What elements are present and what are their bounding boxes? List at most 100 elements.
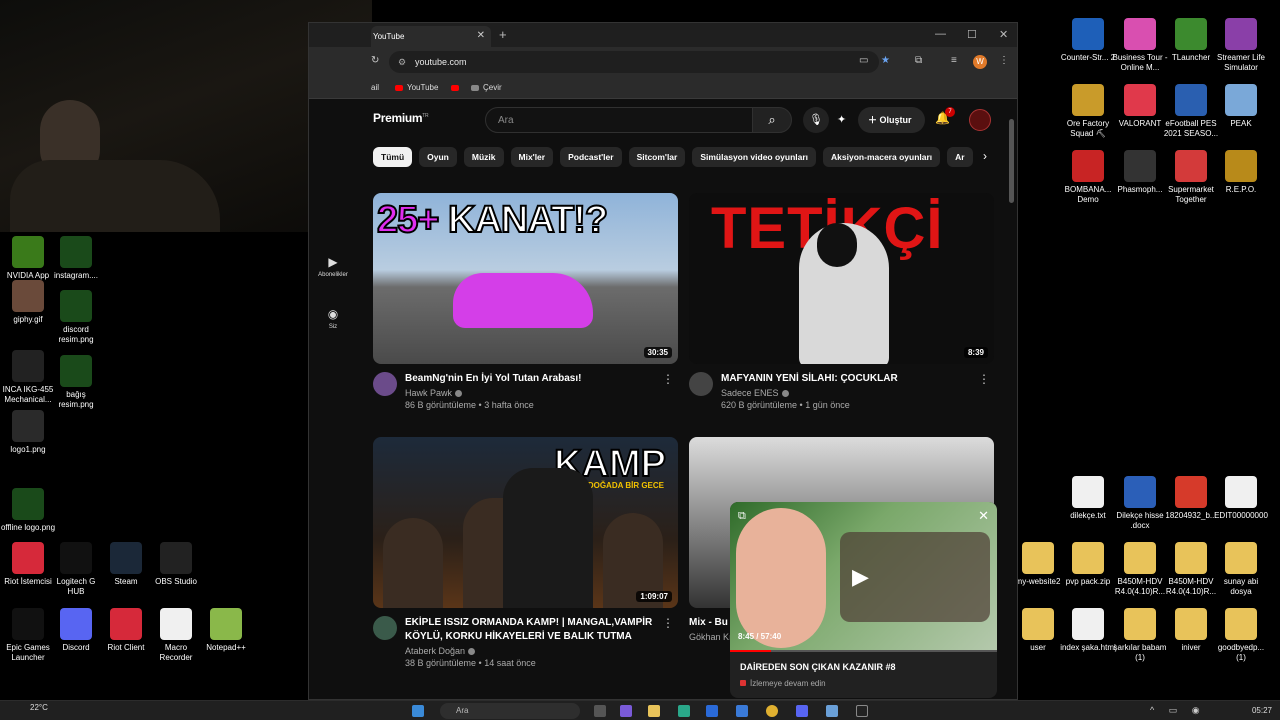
channel-avatar[interactable] [373, 372, 397, 396]
file-explorer-icon[interactable] [648, 705, 660, 717]
mic-icon[interactable]: 🎙 [803, 107, 829, 133]
copilot-icon[interactable] [620, 705, 632, 717]
right-desktop-icon[interactable]: VALORANT [1112, 84, 1168, 129]
more-options-icon[interactable]: ⋮ [662, 372, 674, 386]
right-desktop-icon[interactable]: Ore Factory Squad ⛏ [1060, 84, 1116, 139]
video-card[interactable]: TETİKÇİ 8:39 MAFYANIN YENİ SİLAHI: ÇOCUK… [689, 193, 994, 410]
site-info-icon[interactable]: ⚙ [398, 51, 406, 73]
youtube-logo[interactable]: PremiumTR [373, 111, 429, 125]
close-window-icon[interactable]: ✕ [999, 28, 1008, 41]
rail-subscriptions[interactable]: ▶ Abonelikler [313, 255, 353, 278]
video-thumbnail[interactable]: KAMP EKİPLE DOĞADA BİR GECE 1:09:07 [373, 437, 678, 608]
right-desktop-icon[interactable]: Business Tour - Online M... [1112, 18, 1168, 73]
left-desktop-icon[interactable]: OBS Studio [148, 542, 204, 587]
chip-1[interactable]: Oyun [419, 147, 457, 167]
miniplayer-progress[interactable] [730, 650, 997, 652]
right-desktop-icon[interactable]: my-website2 [1010, 542, 1066, 587]
extensions-icon[interactable]: ⧉ [915, 55, 922, 66]
left-desktop-icon[interactable]: Riot Client [98, 608, 154, 653]
ai-icon[interactable]: ✦ [837, 113, 846, 126]
right-desktop-icon[interactable]: Dilekçe hisse .docx [1112, 476, 1168, 531]
bookmark-mail[interactable]: ail [371, 83, 379, 92]
left-desktop-icon[interactable]: logo1.png [0, 410, 56, 455]
app-icon[interactable] [736, 705, 748, 717]
bookmark-youtube[interactable]: YouTube [395, 83, 438, 92]
chip-5[interactable]: Sitcom'lar [628, 147, 686, 167]
maximize-icon[interactable]: ☐ [967, 28, 977, 41]
play-icon[interactable]: ▶ [852, 564, 869, 590]
tab-youtube[interactable]: YouTube ✕ [371, 26, 491, 47]
video-title[interactable]: EKİPLE ISSIZ ORMANDA KAMP! | MANGAL,VAMP… [405, 616, 678, 644]
right-desktop-icon[interactable]: pvp pack.zip [1060, 542, 1116, 587]
right-desktop-icon[interactable]: iniver [1163, 608, 1219, 653]
tab-close-icon[interactable]: ✕ [477, 30, 485, 41]
chip-3[interactable]: Mix'ler [510, 147, 554, 167]
right-desktop-icon[interactable]: Supermarket Together [1163, 150, 1219, 205]
reload-icon[interactable]: ↻ [371, 55, 379, 66]
chip-4[interactable]: Podcast'ler [560, 147, 622, 167]
chrome-icon[interactable] [766, 705, 778, 717]
edge-icon[interactable] [678, 705, 690, 717]
system-tray[interactable]: ^ ▭ ◉ [1150, 705, 1206, 716]
more-options-icon[interactable]: ⋮ [978, 372, 990, 386]
channel-name[interactable]: Hawk Pawk [405, 388, 678, 398]
new-tab-button[interactable]: + [499, 27, 507, 42]
chip-2[interactable]: Müzik [463, 147, 504, 167]
video-card[interactable]: KAMP EKİPLE DOĞADA BİR GECE 1:09:07 EKİP… [373, 437, 678, 668]
left-desktop-icon[interactable]: bağış resim.png [48, 355, 104, 410]
right-desktop-icon[interactable]: PEAK [1213, 84, 1269, 129]
start-icon[interactable] [412, 705, 424, 717]
right-desktop-icon[interactable]: user [1010, 608, 1066, 653]
video-card[interactable]: 25+ KANAT!? 30:35 BeamNg'nin En İyi Yol … [373, 193, 678, 410]
right-desktop-icon[interactable]: 18204932_b... [1163, 476, 1219, 521]
chip-6[interactable]: Simülasyon video oyunları [692, 147, 817, 167]
create-button[interactable]: ＋ Oluştur [858, 107, 925, 133]
left-desktop-icon[interactable]: Steam [98, 542, 154, 587]
video-title[interactable]: BeamNg'nin En İyi Yol Tutan Arabası! [405, 372, 678, 386]
page-scrollbar[interactable] [1009, 119, 1014, 203]
channel-name[interactable]: Sadece ENES [721, 388, 994, 398]
channel-name[interactable]: Ataberk Doğan [405, 646, 678, 656]
left-desktop-icon[interactable]: Discord [48, 608, 104, 653]
more-options-icon[interactable]: ⋮ [662, 616, 674, 630]
taskbar-search-input[interactable]: Ara [440, 703, 580, 719]
taskbar-clock[interactable]: 05:27 [1252, 706, 1272, 715]
right-desktop-icon[interactable]: Counter-Str... 2 [1060, 18, 1116, 63]
right-desktop-icon[interactable]: B450M-HDV R4.0(4.10)R... [1112, 542, 1168, 597]
store-icon[interactable] [706, 705, 718, 717]
profile-avatar[interactable]: W [973, 55, 987, 69]
chevron-right-icon[interactable]: › [983, 149, 987, 163]
left-desktop-icon[interactable]: offline logo.png [0, 488, 56, 533]
weather-widget[interactable]: 22°C [30, 704, 48, 712]
right-desktop-icon[interactable]: TLauncher [1163, 18, 1219, 63]
chip-8[interactable]: Ar [947, 147, 973, 167]
url-field[interactable]: ⚙ youtube.com [389, 51, 879, 73]
media-controls-icon[interactable]: ≡ [951, 55, 957, 66]
chip-0[interactable]: Tümü [373, 147, 413, 167]
chip-7[interactable]: Aksiyon-macera oyunları [823, 147, 941, 167]
right-desktop-icon[interactable]: şarkılar babam (1) [1112, 608, 1168, 663]
right-desktop-icon[interactable]: eFootball PES 2021 SEASO... [1163, 84, 1219, 139]
left-desktop-icon[interactable]: Notepad++ [198, 608, 254, 653]
bookmark-star-icon[interactable]: ★ [881, 55, 890, 66]
miniplayer-title[interactable]: DAİREDEN SON ÇIKAN KAZANIR #8 [740, 662, 896, 672]
right-desktop-icon[interactable]: Phasmoph... [1112, 150, 1168, 195]
bookmark-translate[interactable]: Çevir [471, 83, 502, 92]
miniplayer[interactable]: ⧉ ✕ ▶ 8:45 / 57:40 DAİREDEN SON ÇIKAN KA… [730, 502, 997, 698]
expand-icon[interactable]: ⧉ [738, 510, 746, 523]
right-desktop-icon[interactable]: Streamer Life Simulator [1213, 18, 1269, 73]
obs-icon[interactable] [856, 705, 868, 717]
left-desktop-icon[interactable]: discord resim.png [48, 290, 104, 345]
video-thumbnail[interactable]: TETİKÇİ 8:39 [689, 193, 994, 364]
channel-avatar[interactable] [689, 372, 713, 396]
left-desktop-icon[interactable]: instagram.... [48, 236, 104, 281]
right-desktop-icon[interactable]: sunay abi dosya [1213, 542, 1269, 597]
left-desktop-icon[interactable]: Logitech G HUB [48, 542, 104, 597]
task-view-icon[interactable] [594, 705, 606, 717]
chrome-menu-icon[interactable]: ⋮ [999, 55, 1009, 66]
discord-icon[interactable] [796, 705, 808, 717]
video-thumbnail[interactable]: 25+ KANAT!? 30:35 [373, 193, 678, 364]
right-desktop-icon[interactable]: B450M-HDV R4.0(4.10)R... [1163, 542, 1219, 597]
minimize-icon[interactable]: — [935, 28, 946, 40]
right-desktop-icon[interactable]: goodbyedp... (1) [1213, 608, 1269, 663]
